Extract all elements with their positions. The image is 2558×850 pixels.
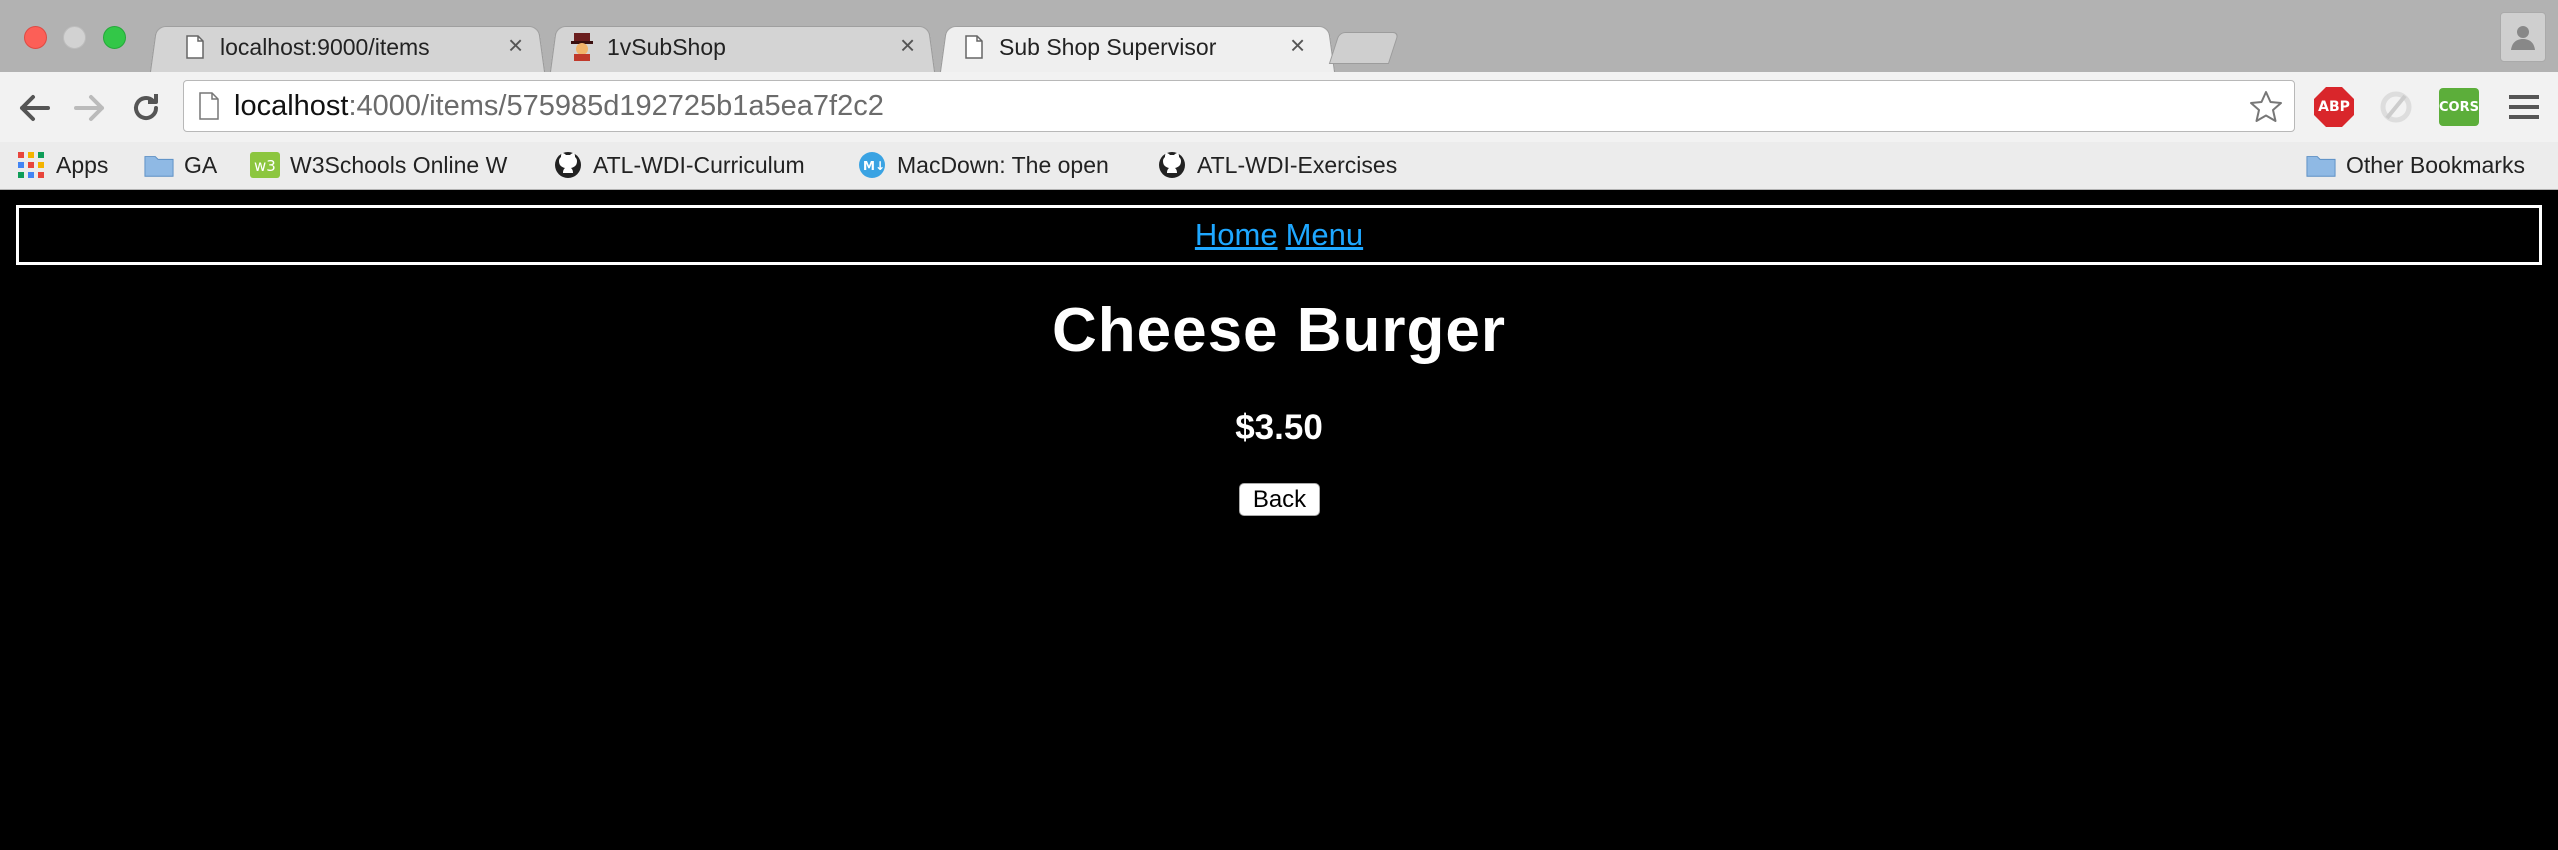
bookmark-atl-wdi-exercises[interactable]: ATL-WDI-Exercises [1157,148,1397,182]
toolbar: localhost:4000/items/575985d192725b1a5ea… [0,72,2558,142]
tab-title: Sub Shop Supervisor [999,33,1217,60]
sync-icon [2380,91,2412,123]
site-nav: Home Menu [16,205,2542,265]
other-bookmarks-folder[interactable]: Other Bookmarks [2306,148,2525,182]
mascot-favicon-icon [569,33,595,61]
menu-link[interactable]: Menu [1286,217,1364,253]
apps-grid-icon [16,151,46,179]
bookmark-ga[interactable]: GA [144,148,217,182]
reload-button[interactable] [126,88,166,128]
person-icon [2511,26,2535,50]
hamburger-menu-icon [2509,95,2539,119]
bookmarks-bar: Apps GA w3 W3Schools Online W ATL-WDI-Cu… [0,142,2558,190]
bookmark-macdown[interactable]: M↓ MacDown: The open [857,148,1109,182]
arrow-right-icon [74,95,104,121]
tab-sub-shop-supervisor-label: Sub Shop Supervisor [961,27,1216,67]
tab-localhost-items-label: localhost:9000/items [182,27,430,67]
cors-icon: CORS [2439,88,2479,126]
github-icon [553,151,583,179]
home-link[interactable]: Home [1195,217,1278,253]
abp-icon: ABP [2314,87,2354,127]
back-nav-button[interactable] [14,88,54,128]
close-window-button[interactable] [24,26,47,49]
bookmark-star-icon[interactable] [2248,89,2284,130]
bookmark-label: ATL-WDI-Exercises [1197,151,1398,178]
tab-strip: localhost:9000/items × 1vSubShop × Sub S… [0,0,2558,72]
bookmark-label: Apps [56,151,109,178]
bookmark-apps[interactable]: Apps [16,148,108,182]
close-tab-icon[interactable]: × [1290,30,1305,61]
bookmark-label: GA [184,151,218,178]
cors-extension[interactable]: CORS [2438,86,2480,128]
folder-icon [144,151,174,179]
page-icon [182,34,208,60]
bookmark-label: ATL-WDI-Curriculum [593,151,805,178]
page-icon [198,92,220,120]
svg-text:M↓: M↓ [863,159,885,173]
page-content: Home Menu Cheese Burger $3.50 Back [0,190,2558,850]
bookmark-label: W3Schools Online W [290,151,508,178]
item-name: Cheese Burger [1051,296,1507,365]
new-tab-button[interactable] [1328,32,1400,64]
close-tab-icon[interactable]: × [900,30,915,61]
zoom-window-button[interactable] [103,26,126,49]
minimize-window-button[interactable] [63,26,86,49]
page-icon [961,34,987,60]
bookmark-label: Other Bookmarks [2346,151,2525,178]
reload-icon [134,94,159,121]
w3schools-icon: w3 [250,151,280,179]
bookmark-label: MacDown: The open [897,151,1109,178]
bookmark-w3schools[interactable]: w3 W3Schools Online W [250,148,507,182]
browser-chrome: localhost:9000/items × 1vSubShop × Sub S… [0,0,2558,190]
tab-title: 1vSubShop [607,33,726,60]
folder-icon [2306,151,2336,179]
back-button[interactable]: Back [1239,483,1320,516]
github-icon [1157,151,1187,179]
address-bar[interactable]: localhost:4000/items/575985d192725b1a5ea… [183,80,2295,132]
chrome-menu-button[interactable] [2503,86,2545,128]
profile-button[interactable] [2500,12,2546,62]
tab-title: localhost:9000/items [220,33,430,60]
forward-nav-button[interactable] [70,88,110,128]
item-price: $3.50 [1235,408,1323,447]
macdown-icon: M↓ [857,151,887,179]
bookmark-atl-wdi-curriculum[interactable]: ATL-WDI-Curriculum [553,148,805,182]
adblock-plus-extension[interactable]: ABP [2313,86,2355,128]
arrow-left-icon [20,95,50,121]
sync-extension[interactable] [2375,86,2417,128]
tab-1vsubshop-label: 1vSubShop [569,27,726,67]
svg-text:w3: w3 [254,157,276,175]
url-text: localhost:4000/items/575985d192725b1a5ea… [234,89,884,122]
close-tab-icon[interactable]: × [508,30,523,61]
